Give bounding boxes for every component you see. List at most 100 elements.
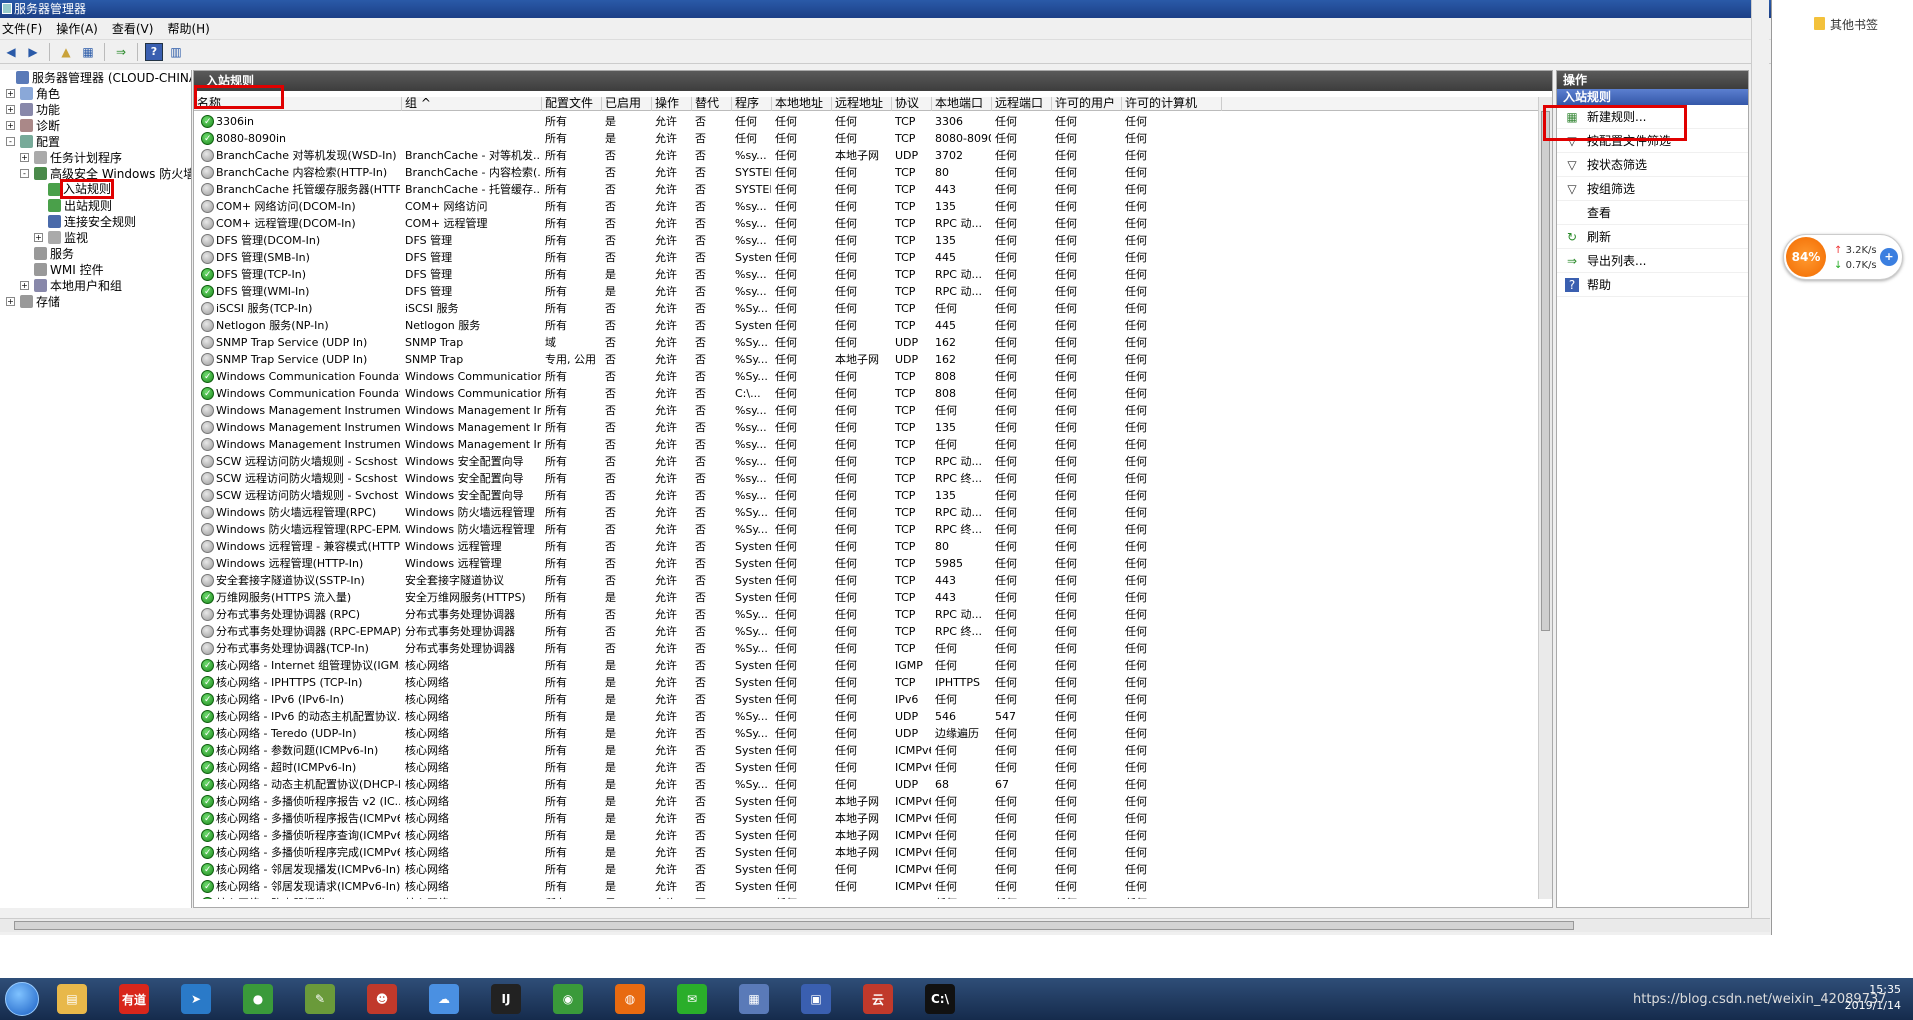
column-header[interactable]: 许可的用户 [1052,97,1122,111]
table-row[interactable]: iSCSI 服务(TCP-In) iSCSI 服务 所有 否 允许 否 %Sy... 任何 任何… [194,300,1538,317]
taskbar-app-server-manager[interactable]: ▣ [788,979,844,1019]
tree-node[interactable]: WMI 控件 [0,262,191,278]
menu-help[interactable]: 帮助(H) [167,20,209,37]
menu-action[interactable]: 操作(A) [56,20,98,37]
help-icon[interactable]: ? [145,42,163,61]
column-header[interactable]: 本地地址 [772,97,832,111]
tree-node[interactable]: + 任务计划程序 [0,150,191,166]
table-row[interactable]: 8080-8090in 所有 是 允许 否 任何 任何 任何 TCP 8080-8090 任何 任何 任… [194,130,1538,148]
actions-subheader[interactable]: 入站规则 [1557,89,1748,105]
tree-node[interactable]: - 配置 [0,134,191,150]
table-row[interactable]: 核心网络 - 多播侦听程序查询(ICMPv6... 核心网络 所有 是 允许 否 Syste… [194,827,1538,845]
table-row[interactable]: DFS 管理(TCP-In) DFS 管理 所有 是 允许 否 %sy... 任何 任何 TCP R… [194,266,1538,284]
taskbar-app-notepad[interactable]: ✎ [292,979,348,1019]
action-item[interactable]: ? 帮助 [1557,273,1748,297]
table-row[interactable]: 核心网络 - Teredo (UDP-In) 核心网络 所有 是 允许 否 %Sy... 任何… [194,725,1538,743]
expand-icon[interactable]: + [20,281,29,290]
taskbar-app-cloud[interactable]: ☁ [416,979,472,1019]
expand-icon[interactable]: + [6,89,15,98]
taskbar-app-app-green[interactable]: ● [230,979,286,1019]
menu-view[interactable]: 查看(V) [112,20,154,37]
tree-node[interactable]: 出站规则 [0,198,191,214]
table-row[interactable]: 核心网络 - 邻居发现播发(ICMPv6-In) 核心网络 所有 是 允许 否 System… [194,861,1538,879]
vertical-scrollbar[interactable] [1538,97,1552,899]
table-row[interactable]: SCW 远程访问防火墙规则 - Scshost ... Windows 安全配置向… [194,453,1538,470]
column-header[interactable]: 远程端口 [992,97,1052,111]
table-row[interactable]: BranchCache 内容检索(HTTP-In) BranchCache - 内… [194,164,1538,181]
menu-file[interactable]: 文件(F) [2,20,42,37]
taskbar-app-chrome[interactable]: ◉ [540,979,596,1019]
column-header[interactable]: 本地端口 [932,97,992,111]
table-row[interactable]: SNMP Trap Service (UDP In) SNMP Trap 域 否 允许 否… [194,334,1538,351]
back-icon[interactable]: ◀ [2,43,20,61]
table-row[interactable]: COM+ 网络访问(DCOM-In) COM+ 网络访问 所有 否 允许 否 %sy... 任… [194,198,1538,215]
table-row[interactable]: Windows Management Instrumentation... Win… [194,419,1538,436]
show-action-pane-icon[interactable]: ▥ [167,43,185,61]
table-row[interactable]: 核心网络 - 动态主机配置协议(DHCP-In) 核心网络 所有 是 允许 否 %Sy...… [194,776,1538,794]
table-row[interactable]: Windows 远程管理 - 兼容模式(HTTP-In) Windows 远程管理… [194,538,1538,555]
start-button[interactable] [0,978,44,1020]
table-row[interactable]: Windows Communication Foundation N... Win… [194,368,1538,386]
table-row[interactable]: 核心网络 - IPv6 的动态主机配置协议... 核心网络 所有 是 允许 否 %Sy...… [194,708,1538,726]
table-row[interactable]: BranchCache 托管缓存服务器(HTTP-In) BranchCache … [194,181,1538,198]
table-row[interactable]: SNMP Trap Service (UDP In) SNMP Trap 专用, 公… [194,351,1538,368]
table-row[interactable]: Windows 防火墙远程管理(RPC-EPMAP) Windows 防火墙远程管… [194,521,1538,538]
tree-node[interactable]: 连接安全规则 [0,214,191,230]
table-row[interactable]: 核心网络 - 路由器播发(ICMPv6-In) 核心网络所有是允许否 System 任… [194,895,1538,899]
table-row[interactable]: Windows Management Instrumentation... Win… [194,436,1538,453]
table-row[interactable]: Windows Communication Foundation N... Win… [194,385,1538,403]
forward-icon[interactable]: ▶ [24,43,42,61]
taskbar-app-intellij[interactable]: IJ [478,979,534,1019]
tree-node[interactable]: + 诊断 [0,118,191,134]
tree-node[interactable]: 入站规则 [0,179,191,199]
clock[interactable]: 15:35 2019/1/14 [1845,982,1901,1014]
horizontal-scrollbar[interactable] [0,918,1770,932]
up-folder-icon[interactable]: ▲ [57,43,75,61]
table-row[interactable]: Windows 防火墙远程管理(RPC) Windows 防火墙远程管理 所有 否 允许… [194,504,1538,521]
tree-node[interactable]: + 本地用户和组 [0,278,191,294]
table-row[interactable]: SCW 远程访问防火墙规则 - Scshost ... Windows 安全配置向… [194,470,1538,487]
taskbar-app-telegram[interactable]: ➤ [168,979,224,1019]
column-header[interactable]: 许可的计算机 [1122,97,1222,111]
table-row[interactable]: 核心网络 - 超时(ICMPv6-In) 核心网络 所有 是 允许 否 System 任何 任何… [194,759,1538,777]
table-row[interactable]: Windows 远程管理(HTTP-In) Windows 远程管理 所有 否 允许 否 S… [194,555,1538,572]
taskbar-app-aliyun[interactable]: 云 [850,979,906,1019]
expand-icon[interactable]: + [6,297,15,306]
tree-node[interactable]: + 功能 [0,102,191,118]
title-bar[interactable]: 服务器管理器 [0,0,1771,18]
expand-icon[interactable]: + [6,105,15,114]
table-row[interactable]: DFS 管理(SMB-In) DFS 管理 所有 否 允许 否 System 任何 任何 TCP 4… [194,249,1538,266]
taskbar-app-youdao[interactable]: 有道 [106,979,162,1019]
table-row[interactable]: 3306in 所有 是 允许 否 任何 任何 任何 TCP 3306 任何 任何 任何 [194,113,1538,131]
table-row[interactable]: 分布式事务处理协调器 (RPC-EPMAP) 分布式事务处理协调器 所有 否 允许 否 %S… [194,623,1538,640]
console-tree-icon[interactable]: ▦ [79,43,97,61]
action-item[interactable]: ▽ 按组筛选 [1557,177,1748,201]
column-header[interactable]: 协议 [892,97,932,111]
taskbar-app-game[interactable]: ☻ [354,979,410,1019]
window-scrollbar[interactable] [1751,0,1769,930]
tree-node[interactable]: 服务 [0,246,191,262]
column-header[interactable]: 替代 [692,97,732,111]
action-item[interactable]: ▽ 按状态筛选 [1557,153,1748,177]
export-list-icon[interactable]: ⇒ [112,43,130,61]
collapse-icon[interactable]: - [20,169,29,178]
table-row[interactable]: 核心网络 - Internet 组管理协议(IGM... 核心网络 所有 是 允许 否 Sy… [194,657,1538,675]
expand-icon[interactable]: + [34,233,43,242]
table-row[interactable]: 分布式事务处理协调器 (RPC) 分布式事务处理协调器 所有 否 允许 否 %Sy... 任何… [194,606,1538,623]
table-row[interactable]: 分布式事务处理协调器(TCP-In) 分布式事务处理协调器 所有 否 允许 否 %Sy...… [194,640,1538,657]
taskbar-app-explorer[interactable]: ▤ [44,979,100,1019]
column-header[interactable]: 程序 [732,97,772,111]
expand-icon[interactable]: + [6,121,15,130]
tree-node[interactable]: 服务器管理器 (CLOUD-CHINA) [0,70,191,86]
action-item[interactable]: ↻ 刷新 [1557,225,1748,249]
taskbar-app-network[interactable]: ▦ [726,979,782,1019]
column-header[interactable]: 组 ^ [402,97,542,111]
table-row[interactable]: BranchCache 对等机发现(WSD-In) BranchCache - 对… [194,147,1538,164]
network-speed-widget[interactable]: 84% ↑ 3.2K/s ↓ 0.7K/s + [1783,234,1903,280]
tree-node[interactable]: + 监视 [0,230,191,246]
table-row[interactable]: 核心网络 - IPHTTPS (TCP-In) 核心网络 所有 是 允许 否 System 任… [194,674,1538,692]
collapse-icon[interactable]: - [6,137,15,146]
column-header[interactable]: 操作 [652,97,692,111]
other-bookmarks[interactable]: 其他书签 [1830,16,1878,33]
table-row[interactable]: Windows Management Instrumentation... Win… [194,402,1538,419]
